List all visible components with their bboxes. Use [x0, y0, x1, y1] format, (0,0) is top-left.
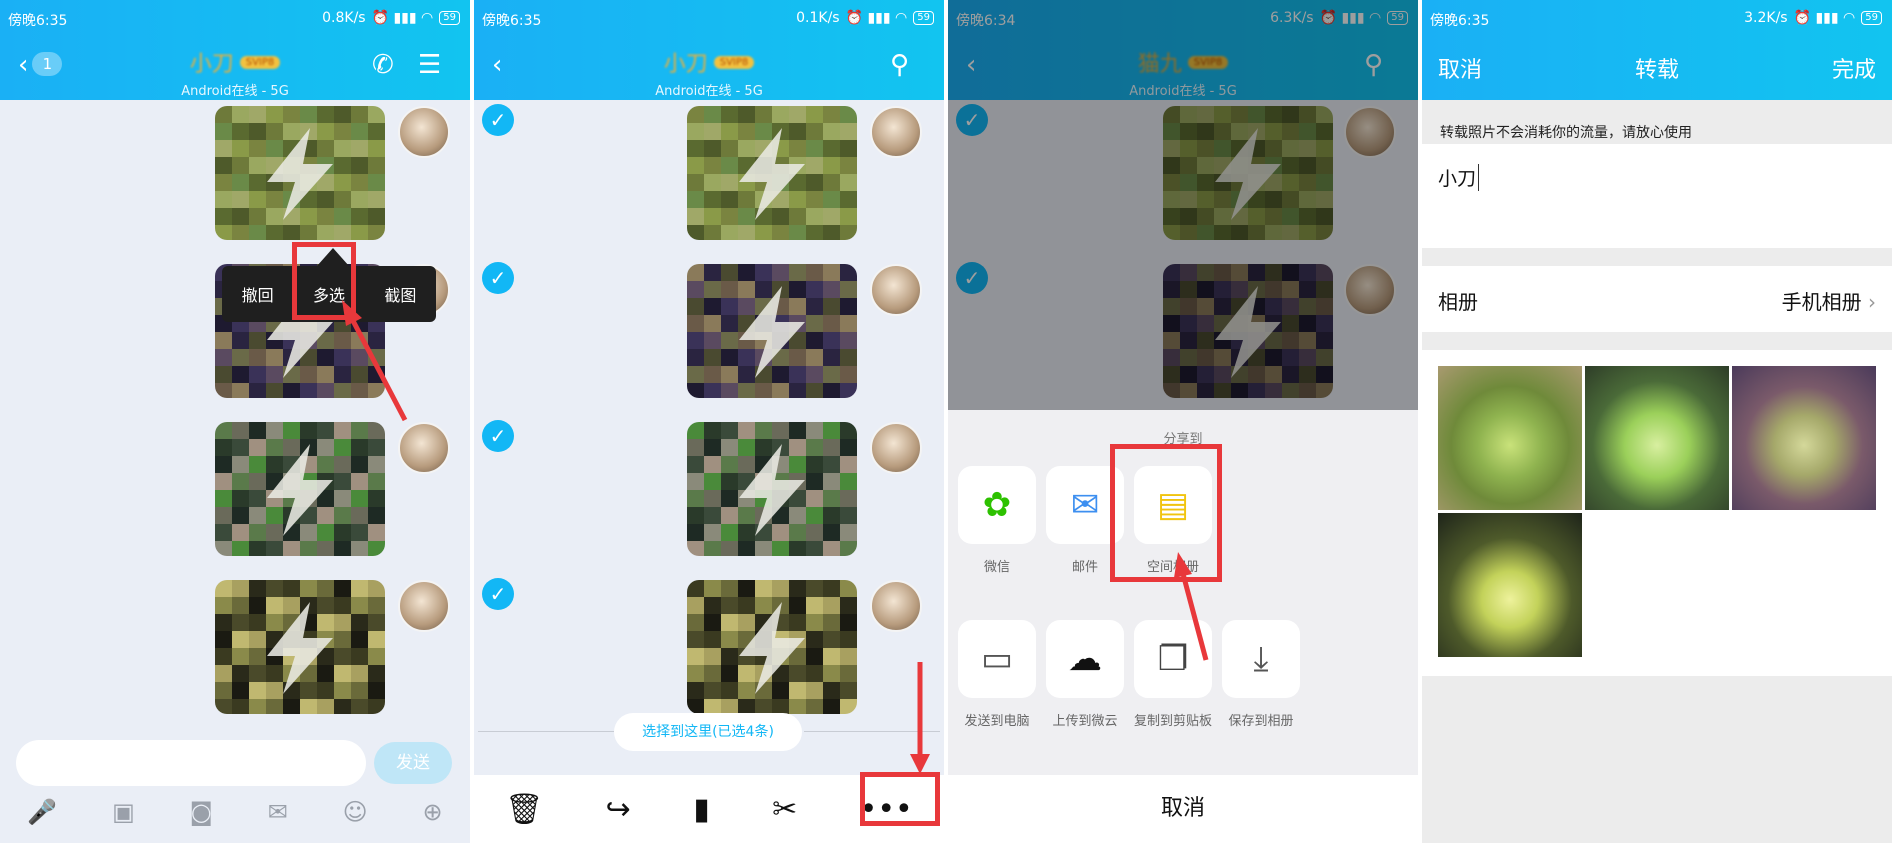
annotation-arrow — [910, 662, 930, 774]
camera-icon[interactable]: ◙ — [190, 798, 213, 826]
photo-grid — [1422, 350, 1892, 676]
page-title: 转载 — [1634, 58, 1679, 83]
album-label: 相册 — [1438, 290, 1478, 314]
notice-text: 转载照片不会消耗你的流量，请放心使用 — [1440, 125, 1692, 141]
image-icon[interactable]: ▣ — [112, 798, 135, 826]
signal-icon: ⏰ ▮▮▮ ◠ — [1793, 10, 1856, 26]
photo-thumbnail[interactable] — [1732, 366, 1876, 510]
annotation-arrow — [1174, 552, 1209, 661]
done-button[interactable]: 完成 — [1832, 52, 1876, 84]
caption-value: 小刀 — [1438, 164, 1480, 191]
caption-input[interactable]: 小刀 — [1422, 144, 1892, 248]
album-value: 手机相册 — [1781, 290, 1862, 314]
network-speed: 3.2K/s — [1744, 10, 1788, 26]
forward-body: 转载照片不会消耗你的流量，请放心使用 小刀 相册 手机相册 › — [1422, 100, 1892, 843]
forward-photo-screen: 傍晚6:35 3.2K/s ⏰ ▮▮▮ ◠ 59 取消 转载 完成 转载照片不会消耗… — [1422, 0, 1892, 843]
plus-icon[interactable]: ⊕ — [422, 798, 442, 826]
send-button[interactable]: 发送 — [374, 742, 452, 784]
photo-thumbnail[interactable] — [1438, 366, 1582, 510]
share-sheet-screen: 傍晚6:34 6.3K/s ⏰ ▮▮▮ ◠ 59 ‹ 猫九 SVIP8 Android… — [948, 0, 1418, 843]
emoji-icon[interactable]: ☺ — [343, 798, 368, 826]
photo-thumbnail[interactable] — [1438, 513, 1582, 657]
chat-screen-multiselect: 傍晚6:35 0.1K/s ⏰ ▮▮▮ ◠ 59 ‹ 小刀 SVIP8 Android… — [474, 0, 944, 843]
red-packet-icon[interactable]: ✉ — [268, 798, 288, 826]
status-bar: 傍晚6:35 3.2K/s ⏰ ▮▮▮ ◠ 59 — [1422, 8, 1892, 30]
message-input[interactable] — [16, 740, 366, 786]
status-time: 傍晚6:35 — [1430, 13, 1490, 29]
chevron-right-icon: › — [1868, 290, 1876, 314]
chat-screen-context-menu: 傍晚6:35 0.8K/s ⏰ ▮▮▮ ◠ 59 ‹ 1 小刀 SVIP8 Androi… — [0, 0, 470, 843]
album-selector[interactable]: 相册 手机相册 › — [1422, 266, 1892, 332]
microphone-icon[interactable]: 🎤 — [27, 798, 57, 826]
annotation-arrow — [342, 300, 408, 422]
input-bar: 发送 🎤 ▣ ◙ ✉ ☺ ⊕ — [0, 728, 470, 843]
forward-header: 傍晚6:35 3.2K/s ⏰ ▮▮▮ ◠ 59 取消 转载 完成 — [1422, 0, 1892, 100]
battery-icon: 59 — [1861, 11, 1882, 25]
photo-thumbnail[interactable] — [1585, 366, 1729, 510]
